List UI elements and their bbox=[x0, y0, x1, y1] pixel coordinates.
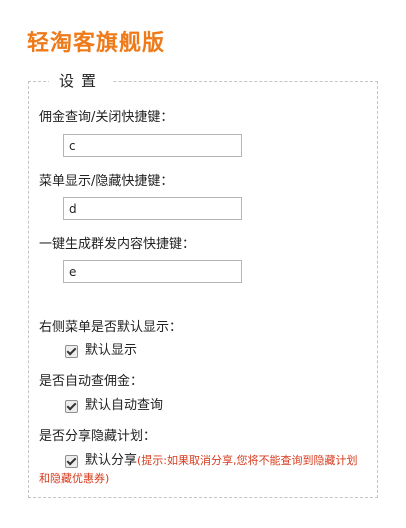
commission-hotkey-label: 佣金查询/关闭快捷键： bbox=[39, 110, 174, 125]
share-hide-plan-option[interactable]: 默认分享 (提示:如果取消分享,您将不能查询到隐藏计划 bbox=[65, 452, 358, 470]
right-menu-default-checkbox[interactable] bbox=[65, 344, 78, 358]
commission-hotkey-input[interactable] bbox=[63, 134, 242, 157]
auto-commission-option[interactable]: 默认自动查询 bbox=[65, 397, 163, 415]
right-menu-default-label: 右侧菜单是否默认显示： bbox=[39, 320, 183, 335]
group-content-hotkey-label: 一键生成群发内容快捷键： bbox=[39, 237, 196, 252]
share-hide-plan-option-label: 默认分享 bbox=[85, 453, 138, 468]
auto-commission-option-label: 默认自动查询 bbox=[85, 398, 164, 413]
group-content-hotkey-input[interactable] bbox=[63, 260, 242, 283]
right-menu-default-option-label: 默认显示 bbox=[85, 343, 138, 358]
settings-panel: 设置 佣金查询/关闭快捷键： 菜单显示/隐藏快捷键： 一键生成群发内容快捷键： … bbox=[28, 71, 378, 498]
right-menu-default-option[interactable]: 默认显示 bbox=[65, 342, 137, 360]
share-hide-plan-label: 是否分享隐藏计划： bbox=[39, 429, 157, 444]
menu-hotkey-input[interactable] bbox=[63, 197, 242, 220]
share-hide-plan-checkbox[interactable] bbox=[65, 454, 78, 468]
auto-commission-label: 是否自动查佣金： bbox=[39, 374, 144, 389]
app-title: 轻淘客旗舰版 bbox=[27, 31, 166, 56]
auto-commission-checkbox[interactable] bbox=[65, 399, 78, 413]
share-hide-plan-hint: (提示:如果取消分享,您将不能查询到隐藏计划 bbox=[137, 454, 358, 467]
share-hide-plan-hint-continued: 和隐藏优惠券) bbox=[39, 472, 110, 485]
menu-hotkey-label: 菜单显示/隐藏快捷键： bbox=[39, 174, 174, 189]
settings-legend: 设置 bbox=[49, 71, 114, 91]
